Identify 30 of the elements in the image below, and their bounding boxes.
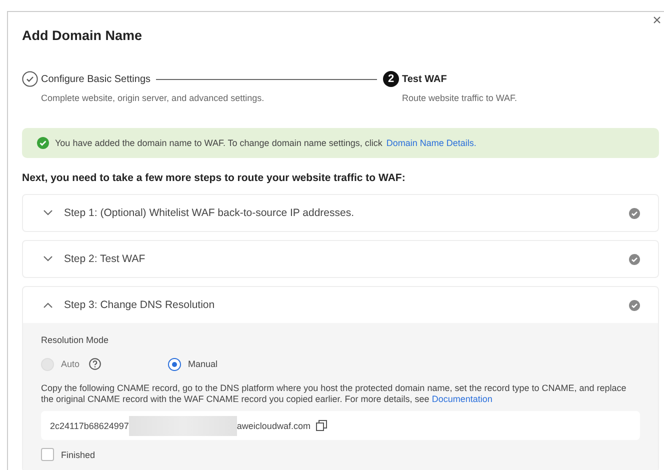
- panel-title[interactable]: Step 3: Change DNS Resolution: [64, 299, 629, 311]
- cname-text: 2c24117b68624997: [50, 420, 129, 430]
- step-description: Complete website, origin server, and advanced settings.: [41, 93, 266, 103]
- dialog-title: Add Domain Name: [22, 27, 144, 45]
- step-description: Route website traffic to WAF.: [402, 93, 518, 103]
- field-label: Resolution Mode: [41, 335, 110, 347]
- chevron-icon[interactable]: [43, 256, 53, 262]
- cname-text: aweicloudwaf.com: [236, 420, 310, 430]
- copy-icon[interactable]: [316, 420, 328, 431]
- check-circle-icon: [629, 254, 640, 264]
- radio-button[interactable]: [168, 358, 181, 370]
- step-title: Configure Basic Settings: [41, 74, 151, 84]
- panel-title[interactable]: Step 1: (Optional) Whitelist WAF back-to-source IP addresses.: [64, 207, 629, 219]
- alert-message: You have added the domain name to WAF. To change domain name settings, click: [55, 138, 382, 148]
- close-icon[interactable]: [653, 16, 661, 24]
- step-number: 2: [383, 71, 399, 87]
- check-circle-icon: [629, 300, 640, 310]
- radio-label[interactable]: Manual: [188, 359, 218, 369]
- instructions-text: Copy the following CNAME record, go to the DNS platform where you host the protected domain name, set the record type to CNAME, and replace the original CNAME record with the WAF CNAME record you copied earlier. For more details, see Documentation: [41, 383, 628, 405]
- check-circle-icon: [629, 208, 640, 218]
- domain-details-link[interactable]: Domain Name Details.: [386, 138, 476, 148]
- checkbox-label[interactable]: Finished: [61, 450, 96, 460]
- success-icon: [37, 137, 49, 149]
- section-heading: Next, you need to take a few more steps to route your website traffic to WAF:: [22, 172, 406, 186]
- panel-title[interactable]: Step 2: Test WAF: [64, 253, 629, 265]
- chevron-icon[interactable]: [43, 210, 53, 216]
- chevron-icon[interactable]: [43, 302, 53, 308]
- checkbox[interactable]: [41, 448, 54, 461]
- documentation-link[interactable]: Documentation: [432, 394, 492, 404]
- step-title: Test WAF: [402, 74, 447, 84]
